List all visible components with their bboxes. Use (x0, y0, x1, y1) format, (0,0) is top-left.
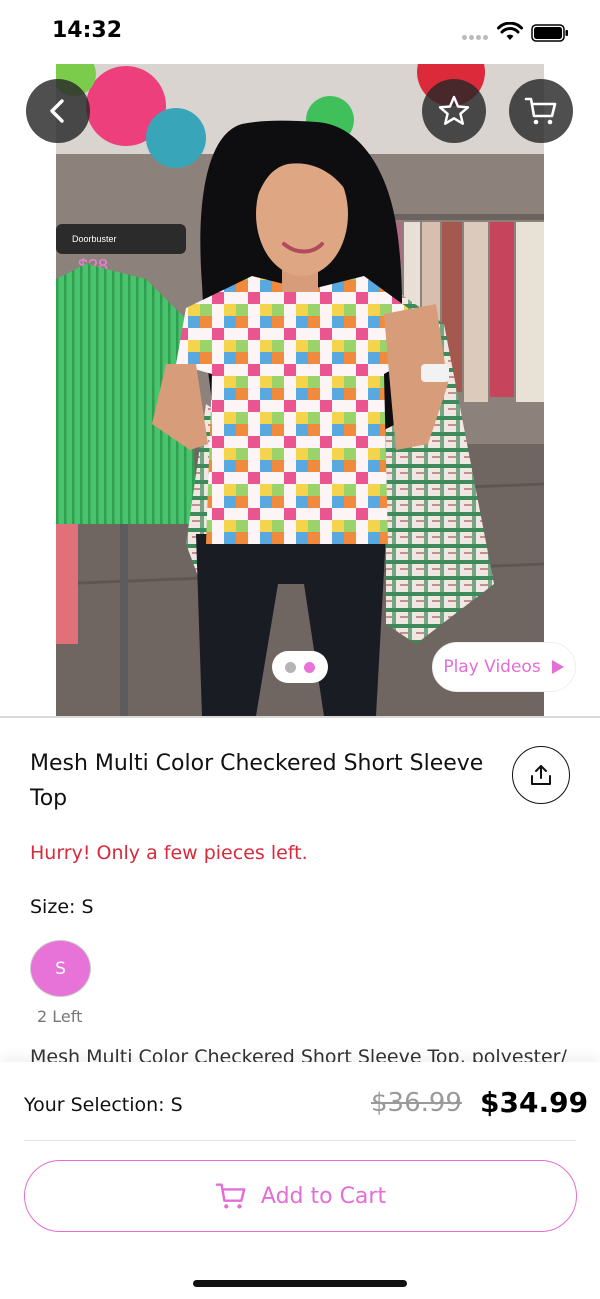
cart-icon (215, 1183, 246, 1209)
home-indicator (193, 1280, 407, 1287)
play-videos-button[interactable]: Play Videos (432, 642, 576, 692)
carousel-dot[interactable] (285, 661, 296, 673)
play-videos-label: Play Videos (443, 657, 541, 677)
star-outline-icon (438, 95, 470, 125)
carousel-indicator[interactable] (272, 651, 328, 683)
sign-text: Doorbuster (72, 234, 117, 244)
share-button[interactable] (512, 746, 570, 804)
divider (0, 716, 600, 718)
battery-icon (531, 24, 568, 42)
sale-price: $34.99 (480, 1086, 589, 1119)
play-icon (551, 660, 564, 674)
carousel-dot-active[interactable] (304, 661, 315, 673)
size-label: Size: S (30, 896, 94, 918)
favorite-button[interactable] (422, 79, 486, 143)
selection-summary: Your Selection: S (24, 1094, 183, 1116)
product-image[interactable]: Doorbuster $28 (56, 64, 544, 716)
original-price: $36.99 (371, 1088, 462, 1118)
panel-divider (24, 1140, 576, 1141)
size-option-s[interactable]: S (30, 940, 91, 997)
cart-icon (524, 97, 557, 125)
chevron-left-icon (50, 99, 64, 123)
share-icon (531, 765, 551, 785)
add-to-cart-label: Add to Cart (260, 1183, 387, 1209)
back-button[interactable] (26, 79, 90, 143)
product-photo: Doorbuster $28 (56, 64, 544, 716)
product-title: Mesh Multi Color Checkered Short Sleeve … (30, 751, 484, 811)
status-time: 14:32 (52, 18, 123, 43)
wifi-icon (497, 22, 523, 40)
signal-dots-icon (462, 35, 490, 41)
size-stock-count: 2 Left (37, 1007, 83, 1026)
size-option-label: S (55, 958, 66, 979)
status-bar: 14:32 (0, 0, 600, 64)
stock-warning: Hurry! Only a few pieces left. (30, 842, 308, 864)
cart-button[interactable] (509, 79, 573, 143)
product-description: Mesh Multi Color Checkered Short Sleeve … (30, 1046, 567, 1064)
purchase-panel: Your Selection: S $36.99 $34.99 Add to C… (0, 1062, 600, 1299)
add-to-cart-button[interactable]: Add to Cart (24, 1160, 577, 1232)
